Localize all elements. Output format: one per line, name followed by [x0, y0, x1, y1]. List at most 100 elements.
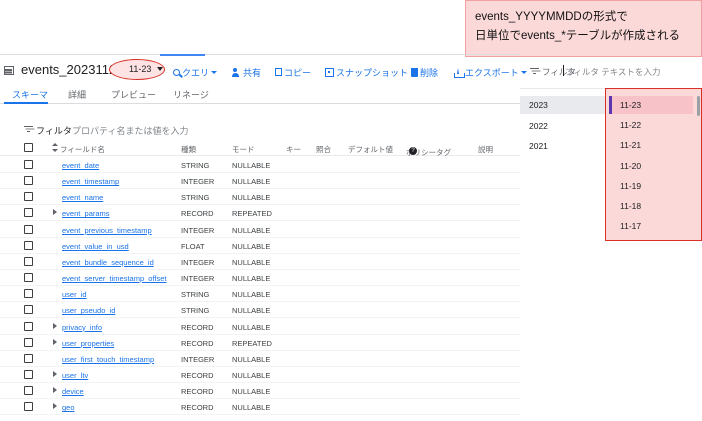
field-mode: NULLABLE: [232, 274, 271, 284]
active-tab-indicator: [4, 102, 48, 104]
tab-details[interactable]: 詳細: [68, 88, 86, 101]
copy-label: コピー: [284, 67, 312, 78]
field-type: STRING: [181, 193, 210, 203]
day-item[interactable]: 11-21: [620, 140, 641, 150]
row-checkbox[interactable]: [24, 353, 33, 363]
row-checkbox[interactable]: [24, 386, 33, 396]
field-name[interactable]: event_params: [62, 209, 110, 218]
export-button[interactable]: エクスポート: [454, 65, 527, 79]
table-row: event_previous_timestamp INTEGER NULLABLE: [0, 222, 520, 238]
table-row: event_params RECORD REPEATED: [0, 205, 520, 222]
copy-button[interactable]: コピー: [275, 65, 311, 79]
day-item[interactable]: 11-23: [620, 100, 641, 110]
field-mode: NULLABLE: [232, 257, 271, 267]
field-type: INTEGER: [181, 177, 215, 187]
tab-schema[interactable]: スキーマ: [12, 88, 48, 101]
date-partition-selector[interactable]: 11-23: [109, 59, 165, 80]
copy-icon: [275, 68, 282, 76]
expand-arrow-icon[interactable]: [53, 322, 57, 329]
row-checkbox[interactable]: [24, 240, 33, 250]
field-name[interactable]: privacy_info: [62, 323, 102, 332]
chevron-down-icon: [211, 70, 218, 74]
year-item[interactable]: 2022: [529, 121, 548, 141]
field-name[interactable]: device: [62, 387, 84, 396]
column-collation: 照合: [316, 145, 331, 154]
field-mode: NULLABLE: [232, 403, 271, 413]
day-item[interactable]: 11-20: [620, 161, 641, 171]
field-name[interactable]: user_ltv: [62, 371, 88, 380]
table-row: user_id STRING NULLABLE: [0, 286, 520, 303]
day-item[interactable]: 11-19: [620, 181, 641, 191]
field-mode: NULLABLE: [232, 225, 271, 235]
row-checkbox[interactable]: [24, 160, 33, 169]
export-icon: [454, 67, 465, 78]
row-checkbox[interactable]: [24, 224, 33, 234]
filter-icon: [24, 126, 33, 133]
field-name[interactable]: event_server_timestamp_offset: [62, 274, 167, 283]
row-checkbox[interactable]: [24, 321, 33, 331]
select-all-checkbox[interactable]: [24, 143, 33, 152]
field-type: RECORD: [181, 338, 214, 348]
snapshot-label: スナップショット: [336, 67, 409, 78]
expand-arrow-icon[interactable]: [53, 338, 57, 345]
snapshot-button[interactable]: スナップショット: [325, 65, 408, 79]
table-icon: [4, 66, 14, 75]
query-button[interactable]: クエリ: [173, 65, 218, 79]
table-row: event_date STRING NULLABLE: [0, 157, 520, 173]
table-row: user_first_touch_timestamp INTEGER NULLABL…: [0, 351, 520, 367]
row-checkbox[interactable]: [24, 192, 33, 202]
row-checkbox[interactable]: [24, 176, 33, 186]
row-checkbox[interactable]: [24, 402, 33, 412]
scrollbar[interactable]: [697, 96, 700, 116]
table-row: event_bundle_sequence_id INTEGER NULLABLE: [0, 254, 520, 270]
expand-arrow-icon[interactable]: [53, 387, 57, 394]
field-name[interactable]: user_first_touch_timestamp: [62, 355, 154, 364]
row-checkbox[interactable]: [24, 256, 33, 266]
share-button[interactable]: 共有: [232, 65, 261, 79]
partition-filter-input[interactable]: フィルタ テキストを入力: [565, 66, 660, 78]
field-name[interactable]: event_bundle_sequence_id: [62, 258, 154, 267]
day-item[interactable]: 11-17: [620, 221, 641, 231]
sort-icon[interactable]: [52, 143, 58, 153]
field-name[interactable]: geo: [62, 403, 75, 412]
query-label: クエリ: [182, 67, 210, 78]
column-type: 種類: [181, 145, 196, 154]
row-checkbox[interactable]: [24, 369, 33, 379]
row-checkbox[interactable]: [24, 305, 33, 315]
table-row: user_ltv RECORD NULLABLE: [0, 367, 520, 383]
tab-lineage[interactable]: リネージ: [173, 88, 209, 101]
expand-arrow-icon[interactable]: [53, 370, 57, 377]
field-name[interactable]: event_previous_timestamp: [62, 226, 152, 235]
field-name[interactable]: event_name: [62, 193, 103, 202]
field-name[interactable]: user_properties: [62, 339, 114, 348]
year-item[interactable]: 2021: [529, 141, 548, 161]
selected-day-indicator: [609, 96, 612, 114]
day-item[interactable]: 11-18: [620, 201, 641, 211]
field-name[interactable]: user_pseudo_id: [62, 306, 115, 315]
field-name[interactable]: event_timestamp: [62, 177, 119, 186]
field-type: RECORD: [181, 387, 214, 397]
delete-button[interactable]: 削除: [411, 65, 438, 79]
date-selector-value: 11-23: [129, 64, 152, 74]
row-checkbox[interactable]: [24, 273, 33, 283]
field-type: RECORD: [181, 370, 214, 380]
year-item[interactable]: 2023: [529, 100, 548, 120]
field-name[interactable]: user_id: [62, 290, 87, 299]
row-checkbox[interactable]: [24, 289, 33, 299]
filter-input[interactable]: プロパティ名または値を入力: [72, 124, 188, 137]
tab-preview[interactable]: プレビュー: [111, 88, 156, 101]
search-icon: [173, 68, 180, 76]
expand-arrow-icon[interactable]: [53, 209, 57, 216]
field-name[interactable]: event_value_in_usd: [62, 242, 129, 251]
row-checkbox[interactable]: [24, 337, 33, 347]
expand-arrow-icon[interactable]: [53, 403, 57, 410]
column-field-name: フィールド名: [60, 145, 105, 154]
column-description: 説明: [478, 145, 493, 154]
row-checkbox[interactable]: [24, 208, 33, 218]
field-type: INTEGER: [181, 274, 215, 284]
day-item[interactable]: 11-22: [620, 120, 641, 130]
help-icon[interactable]: ?: [409, 147, 417, 155]
field-name[interactable]: event_date: [62, 161, 99, 170]
annotation-line-2: 日単位でevents_*テーブルが作成される: [475, 30, 681, 42]
field-type: INTEGER: [181, 257, 215, 267]
